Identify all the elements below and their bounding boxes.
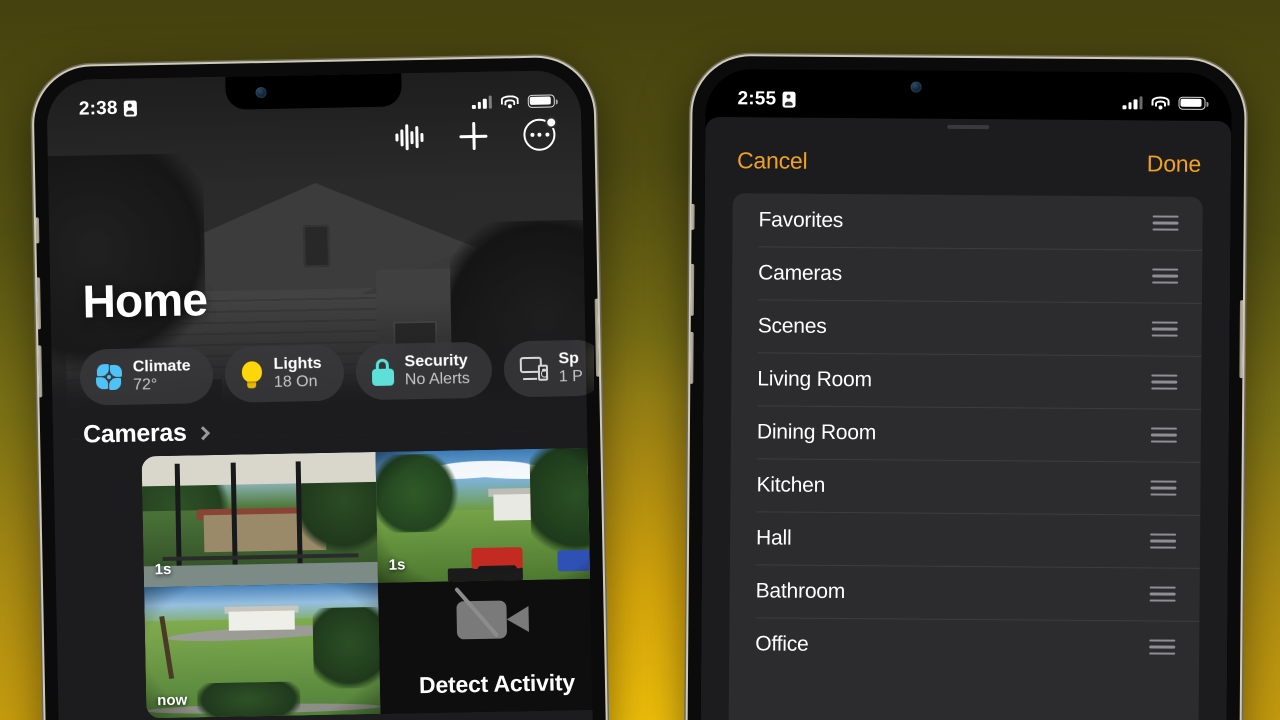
reorder-handle-icon[interactable] <box>1152 268 1179 284</box>
sheet-navigation-bar: Cancel Done <box>705 117 1232 197</box>
id-card-icon <box>782 91 796 108</box>
list-item[interactable]: Living Room <box>731 352 1201 409</box>
list-item-label: Office <box>755 631 809 656</box>
camera-tile-deck[interactable]: 1s <box>141 451 379 588</box>
list-item[interactable]: Scenes <box>732 299 1202 356</box>
lock-icon <box>371 358 395 386</box>
list-item[interactable]: Bathroom <box>729 564 1199 621</box>
home-app-screen: 2:38 Home Climate 72° Lights 18 On Secur… <box>46 69 594 720</box>
list-item-label: Hall <box>756 525 792 550</box>
front-camera-icon <box>910 81 922 93</box>
waveform-icon[interactable] <box>395 124 424 151</box>
tv-speaker-icon <box>519 356 548 382</box>
list-item[interactable]: Cameras <box>732 246 1202 303</box>
volume-down-button[interactable] <box>689 331 694 384</box>
status-chip-lights[interactable]: Lights 18 On <box>224 344 345 403</box>
list-item[interactable]: Hall <box>730 511 1200 568</box>
status-chip-speakers[interactable]: Sp 1 P <box>503 339 594 398</box>
status-chip-row: Climate 72° Lights 18 On Security No Ale… <box>79 339 594 406</box>
list-item-label: Scenes <box>757 313 827 338</box>
detect-activity-label: Detect Activity <box>418 669 576 699</box>
list-item-label: Dining Room <box>756 419 877 444</box>
chip-title: Sp <box>558 350 580 368</box>
home-toolbar <box>395 116 558 153</box>
wifi-icon <box>1151 95 1170 110</box>
camera-timestamp: now <box>157 691 188 710</box>
notch <box>880 68 1057 105</box>
chip-title: Climate <box>132 357 191 376</box>
phone-left: 2:38 Home Climate 72° Lights 18 On Secur… <box>33 56 607 720</box>
list-item-label: Living Room <box>757 366 872 391</box>
signal-bars-icon <box>1122 95 1143 109</box>
status-bar-left: 2:55 <box>737 88 796 110</box>
page-title: Home <box>82 273 208 328</box>
reorder-handle-icon[interactable] <box>1150 533 1177 549</box>
status-bar-right <box>472 93 555 109</box>
status-time: 2:38 <box>78 97 118 120</box>
status-bar-right <box>1122 95 1206 110</box>
cancel-button[interactable]: Cancel <box>737 147 808 175</box>
volume-up-button[interactable] <box>689 263 695 316</box>
phone-right: 2:55 Cancel Done Favorites Cameras Scene… <box>687 55 1245 720</box>
edit-sheet: Cancel Done Favorites Cameras Scenes Liv… <box>700 116 1232 720</box>
battery-icon <box>1178 96 1206 110</box>
earpiece-speaker <box>276 69 351 74</box>
reorder-handle-icon[interactable] <box>1149 586 1176 602</box>
list-item-label: Kitchen <box>756 472 826 497</box>
camera-tile-backyard[interactable]: 1s <box>375 447 594 583</box>
edit-home-view-screen: 2:55 Cancel Done Favorites Cameras Scene… <box>700 68 1232 720</box>
reorder-handle-icon[interactable] <box>1150 427 1177 443</box>
reorderable-list: Favorites Cameras Scenes Living Room Din… <box>728 193 1203 720</box>
chip-subtitle: 18 On <box>273 373 318 391</box>
reorder-handle-icon[interactable] <box>1152 215 1179 231</box>
detect-activity-tile[interactable]: Detect Activity <box>378 578 594 714</box>
id-card-icon <box>123 100 137 117</box>
status-bar-left: 2:38 <box>79 97 137 120</box>
reorder-handle-icon[interactable] <box>1151 321 1178 337</box>
right-phone-screen: 2:55 Cancel Done Favorites Cameras Scene… <box>700 68 1232 720</box>
front-camera-icon <box>255 86 267 99</box>
bulb-icon <box>241 360 264 388</box>
camera-grid: 1s 1s now Detect Activity <box>141 447 594 719</box>
fan-icon <box>96 364 122 391</box>
list-item[interactable]: Office <box>729 617 1199 674</box>
list-item[interactable]: Kitchen <box>730 458 1200 515</box>
ellipsis-circle-icon[interactable] <box>523 116 558 152</box>
camera-tile-driveway[interactable]: now <box>144 582 381 719</box>
cameras-section-header[interactable]: Cameras <box>82 418 210 449</box>
list-item[interactable]: Dining Room <box>731 405 1201 462</box>
camera-timestamp: 1s <box>154 560 172 579</box>
signal-bars-icon <box>472 95 492 109</box>
reorder-handle-icon[interactable] <box>1149 639 1176 655</box>
reorder-handle-icon[interactable] <box>1150 480 1177 496</box>
cameras-heading-label: Cameras <box>82 418 187 449</box>
silent-switch[interactable] <box>34 217 40 244</box>
chip-subtitle: No Alerts <box>404 370 470 389</box>
silent-switch[interactable] <box>690 203 695 230</box>
list-item-label: Bathroom <box>755 578 846 603</box>
wifi-icon <box>500 94 519 108</box>
chip-subtitle: 72° <box>132 376 158 394</box>
done-button[interactable]: Done <box>1147 150 1201 177</box>
battery-icon <box>527 93 555 108</box>
status-time: 2:55 <box>737 88 777 110</box>
left-phone-screen: 2:38 Home Climate 72° Lights 18 On Secur… <box>46 69 594 720</box>
reorder-handle-icon[interactable] <box>1151 374 1178 390</box>
video-slash-icon <box>454 586 535 645</box>
chip-subtitle: 1 P <box>558 367 583 386</box>
status-chip-security[interactable]: Security No Alerts <box>355 341 493 401</box>
chip-title: Lights <box>273 355 322 373</box>
list-item-label: Cameras <box>758 260 843 285</box>
list-item[interactable]: Favorites <box>732 193 1202 250</box>
chip-title: Security <box>404 352 468 371</box>
plus-icon[interactable] <box>459 122 488 151</box>
status-chip-climate[interactable]: Climate 72° <box>79 347 214 406</box>
camera-timestamp: 1s <box>388 556 406 574</box>
list-item-label: Favorites <box>758 207 844 232</box>
notch <box>225 69 402 110</box>
